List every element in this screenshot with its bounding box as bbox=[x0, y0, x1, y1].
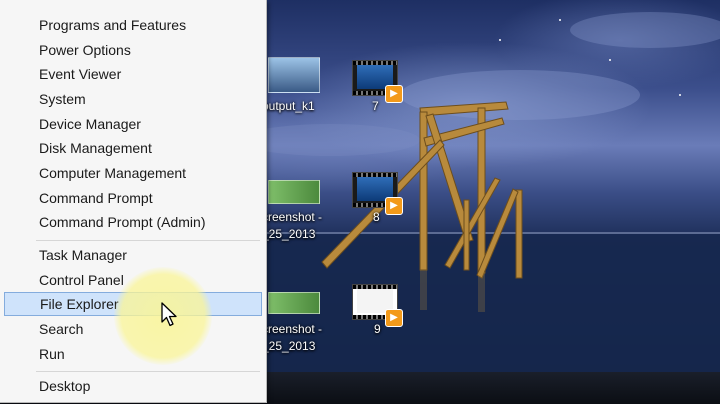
play-badge-icon: ▶ bbox=[385, 309, 403, 327]
menu-item-programs-and-features[interactable]: Programs and Features bbox=[4, 13, 262, 37]
menu-item-disk-management[interactable]: Disk Management bbox=[4, 136, 262, 160]
desktop-icon-label: creenshot - bbox=[262, 322, 323, 336]
video-file-icon[interactable]: ▶ bbox=[352, 172, 403, 215]
menu-top-edge bbox=[0, 0, 266, 6]
arrow-pointer-icon bbox=[161, 302, 177, 327]
menu-separator bbox=[36, 240, 260, 241]
desktop-icon-label: 7 bbox=[372, 99, 379, 113]
desktop-icon-label: output_k1 bbox=[262, 99, 315, 113]
menu-item-computer-management[interactable]: Computer Management bbox=[4, 161, 262, 185]
image-thumbnail[interactable] bbox=[268, 57, 320, 93]
desktop-icon-label-line2: _25_2013 bbox=[262, 227, 316, 241]
menu-item-power-options[interactable]: Power Options bbox=[4, 38, 262, 62]
video-file-icon[interactable]: ▶ bbox=[352, 60, 403, 103]
desktop-icon-label: 9 bbox=[374, 322, 381, 336]
image-thumbnail[interactable] bbox=[268, 180, 320, 204]
menu-item-desktop[interactable]: Desktop bbox=[4, 374, 262, 398]
desktop-icon-label: 8 bbox=[373, 210, 380, 224]
video-file-icon[interactable]: ▶ bbox=[352, 284, 403, 327]
menu-item-task-manager[interactable]: Task Manager bbox=[4, 243, 262, 267]
menu-item-command-prompt-admin[interactable]: Command Prompt (Admin) bbox=[4, 210, 262, 234]
desktop-icon-screenshot-1[interactable]: creenshot - _25_2013 bbox=[262, 209, 322, 243]
menu-item-command-prompt[interactable]: Command Prompt bbox=[4, 186, 262, 210]
desktop-icon-8[interactable]: 8 bbox=[373, 209, 380, 226]
menu-item-system[interactable]: System bbox=[4, 87, 262, 111]
desktop-icon-7[interactable]: 7 bbox=[372, 98, 379, 115]
image-thumbnail[interactable] bbox=[268, 292, 320, 314]
desktop-icon-label-line2: _25_2013 bbox=[262, 339, 316, 353]
desktop-icon-label: creenshot - bbox=[262, 210, 323, 224]
menu-item-event-viewer[interactable]: Event Viewer bbox=[4, 62, 262, 86]
play-badge-icon: ▶ bbox=[385, 197, 403, 215]
desktop-icon-screenshot-2[interactable]: creenshot - _25_2013 bbox=[262, 321, 322, 355]
menu-separator bbox=[36, 371, 260, 372]
desktop-icon-output[interactable]: output_k1 bbox=[262, 98, 315, 115]
menu-item-device-manager[interactable]: Device Manager bbox=[4, 112, 262, 136]
desktop-icon-9[interactable]: 9 bbox=[374, 321, 381, 338]
play-badge-icon: ▶ bbox=[385, 85, 403, 103]
